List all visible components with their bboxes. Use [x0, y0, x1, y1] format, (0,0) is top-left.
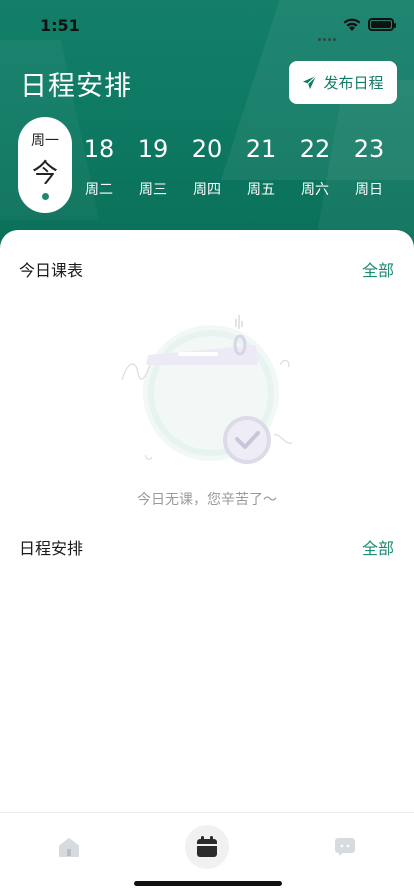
date-weekday: 周日 — [355, 182, 383, 198]
courses-view-all-link[interactable]: 全部 — [362, 257, 394, 281]
app-screen: 1:51 日程安排 发布日程 周一 今 18 周二 19 周三 20 周四 21… — [0, 0, 414, 896]
date-weekday: 周二 — [85, 182, 113, 198]
date-number: 20 — [191, 135, 223, 163]
page-title: 日程安排 — [20, 71, 132, 102]
tab-home[interactable] — [47, 825, 91, 869]
battery-icon — [368, 18, 396, 31]
courses-section-title: 今日课表 — [19, 261, 84, 280]
schedule-view-all-link[interactable]: 全部 — [362, 535, 394, 559]
publish-schedule-button[interactable]: 发布日程 — [289, 61, 397, 104]
date-today-label: 今 — [31, 159, 58, 189]
date-weekday: 周三 — [139, 182, 167, 198]
date-number: 19 — [137, 135, 169, 163]
date-weekday: 周六 — [301, 182, 329, 198]
date-number: 18 — [83, 135, 115, 163]
send-icon — [303, 75, 317, 90]
date-number: 21 — [245, 135, 277, 163]
home-icon — [59, 838, 79, 857]
chat-icon — [335, 838, 355, 856]
date-number: 23 — [353, 135, 385, 163]
tab-calendar[interactable] — [185, 825, 229, 869]
status-time: 1:51 — [40, 16, 80, 35]
date-today[interactable]: 周一 今 — [18, 117, 72, 213]
cellular-signal-icon — [318, 26, 338, 41]
date-weekday: 周五 — [247, 182, 275, 198]
wifi-icon — [343, 18, 361, 31]
home-indicator — [134, 881, 282, 886]
empty-state-illustration — [121, 315, 293, 464]
status-bar: 1:51 — [0, 0, 414, 48]
empty-state-text: 今日无课，您辛苦了～ — [137, 492, 277, 508]
schedule-section-title: 日程安排 — [19, 539, 84, 558]
tab-messages[interactable] — [323, 825, 367, 869]
publish-button-label: 发布日程 — [323, 74, 384, 92]
date-weekday: 周一 — [31, 133, 59, 149]
calendar-icon — [197, 836, 217, 857]
today-indicator-dot — [42, 193, 49, 200]
date-number: 22 — [299, 135, 331, 163]
date-strip: 周一 今 18 周二 19 周三 20 周四 21 周五 22 周六 23 周日 — [0, 117, 414, 215]
date-weekday: 周四 — [193, 182, 221, 198]
